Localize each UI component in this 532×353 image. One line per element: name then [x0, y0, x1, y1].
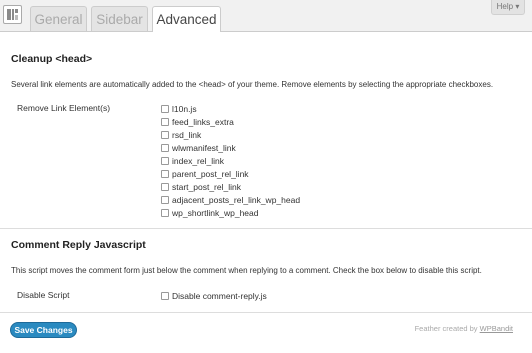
checkbox-label: rsd_link [172, 130, 202, 140]
tab-advanced[interactable]: Advanced [152, 6, 221, 32]
remove-link-option[interactable]: wp_shortlink_wp_head [161, 207, 258, 219]
help-button[interactable]: Help ▾ [491, 0, 525, 15]
checkbox-label: wlwmanifest_link [172, 143, 236, 153]
disable-script-label: Disable Script [17, 290, 70, 300]
cleanup-head-description: Several link elements are automatically … [11, 80, 494, 89]
wpbandit-link[interactable]: WPBandit [480, 324, 513, 333]
section-divider [0, 228, 532, 230]
checkbox-icon[interactable] [161, 131, 169, 139]
remove-link-option[interactable]: feed_links_extra [161, 116, 234, 128]
checkbox-icon[interactable] [161, 118, 169, 126]
checkbox-label: wp_shortlink_wp_head [172, 208, 259, 218]
footer-credit-text: Feather created by [414, 324, 480, 333]
checkbox-icon[interactable] [161, 105, 169, 113]
remove-link-option[interactable]: start_post_rel_link [161, 181, 241, 193]
remove-link-option[interactable]: index_rel_link [161, 155, 224, 167]
checkbox-label: parent_post_rel_link [172, 169, 249, 179]
checkbox-label: feed_links_extra [172, 117, 234, 127]
remove-link-elements-label: Remove Link Element(s) [17, 103, 111, 113]
checkbox-label: adjacent_posts_rel_link_wp_head [172, 195, 301, 205]
checkbox-label: index_rel_link [172, 156, 224, 166]
checkbox-label: l10n.js [172, 104, 197, 114]
top-bar: General Sidebar Advanced Help ▾ [0, 0, 532, 32]
remove-link-option[interactable]: adjacent_posts_rel_link_wp_head [161, 194, 300, 206]
checkbox-label: start_post_rel_link [172, 182, 241, 192]
save-changes-button[interactable]: Save Changes [10, 322, 77, 338]
disable-comment-reply-checkbox[interactable]: Disable comment-reply.js [161, 290, 267, 302]
remove-link-option[interactable]: parent_post_rel_link [161, 168, 249, 180]
tab-general[interactable]: General [30, 6, 87, 31]
remove-link-option[interactable]: rsd_link [161, 129, 201, 141]
checkbox-icon[interactable] [161, 196, 169, 204]
cleanup-head-title: Cleanup <head> [11, 53, 93, 65]
footer-divider [0, 312, 532, 314]
comment-reply-title: Comment Reply Javascript [11, 239, 146, 251]
checkbox-icon[interactable] [161, 183, 169, 191]
checkbox-icon[interactable] [161, 292, 169, 300]
comment-reply-description: This script moves the comment form just … [11, 266, 482, 275]
checkbox-icon[interactable] [161, 170, 169, 178]
footer-credit: Feather created by WPBandit [415, 324, 513, 333]
remove-link-option[interactable]: l10n.js [161, 103, 197, 115]
remove-link-option[interactable]: wlwmanifest_link [161, 142, 236, 154]
checkbox-icon[interactable] [161, 157, 169, 165]
feather-settings-icon [3, 5, 22, 24]
checkbox-icon[interactable] [161, 144, 169, 152]
checkbox-label: Disable comment-reply.js [172, 291, 267, 301]
tab-sidebar[interactable]: Sidebar [91, 6, 148, 31]
checkbox-icon[interactable] [161, 209, 169, 217]
